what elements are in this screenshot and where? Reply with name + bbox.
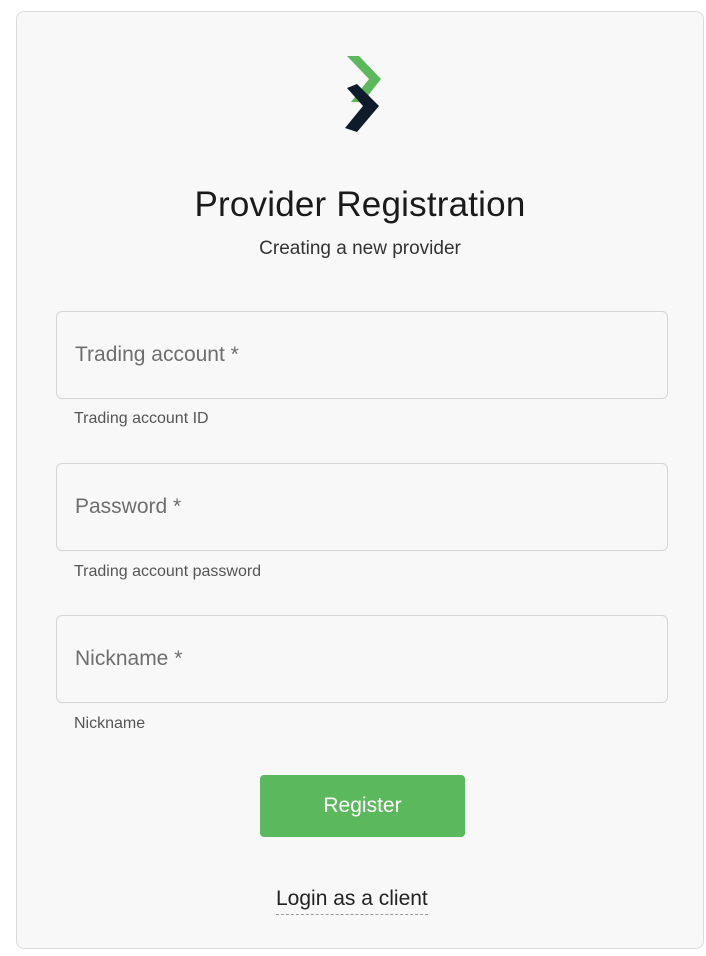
nickname-field-box [56,615,668,703]
page-title: Provider Registration [194,185,526,224]
brand-chevron-logo-icon [345,56,381,132]
registration-card: Provider Registration Creating a new pro… [16,11,704,949]
password-hint: Trading account password [74,563,262,580]
nickname-hint: Nickname [74,715,146,732]
trading-account-input[interactable] [57,312,667,398]
login-as-client-link[interactable]: Login as a client [276,887,428,915]
password-input[interactable] [57,464,667,550]
nickname-input[interactable] [57,616,667,702]
trading-account-hint: Trading account ID [74,410,209,427]
trading-account-field-box [56,311,668,399]
register-button[interactable]: Register [260,775,465,837]
logo-dark-chevron [345,84,379,132]
password-field-box [56,463,668,551]
page-subtitle: Creating a new provider [259,238,461,259]
